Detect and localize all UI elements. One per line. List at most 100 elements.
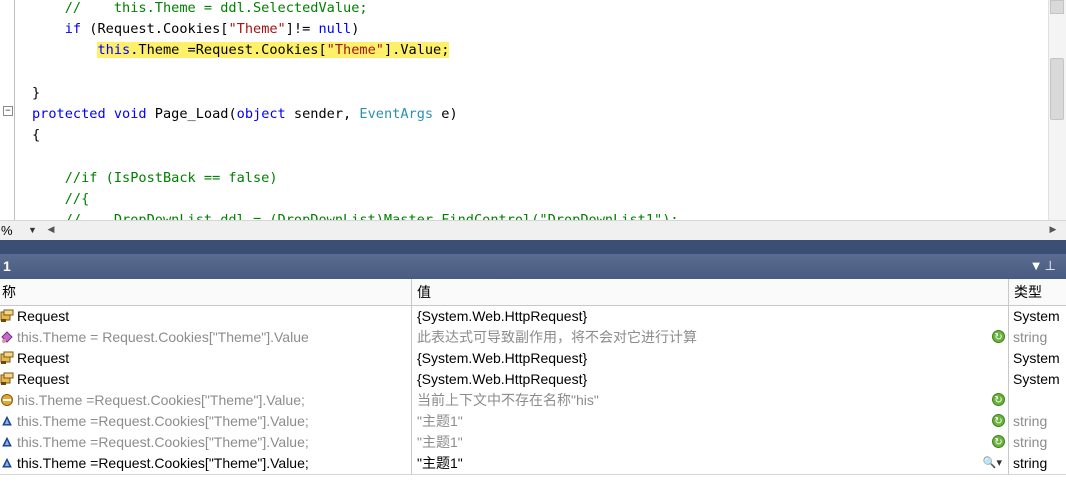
- table-row[interactable]: his.Theme =Request.Cookies["Theme"].Valu…: [0, 390, 1066, 412]
- watch-name-cell[interactable]: this.Theme =Request.Cookies["Theme"].Val…: [0, 411, 412, 432]
- refresh-icon[interactable]: ↻: [992, 330, 1005, 343]
- watch-value-cell[interactable]: "主题1" 🔍▾: [412, 453, 1009, 474]
- outline-gutter: [14, 0, 15, 220]
- watch-value-cell[interactable]: 此表达式可导致副作用，将不会对它进行计算 ↻: [412, 327, 1009, 348]
- zoom-level: %: [1, 223, 13, 238]
- code-type: EventArgs: [359, 106, 434, 122]
- property-icon: [0, 413, 14, 427]
- scroll-right-icon[interactable]: ▶: [1046, 221, 1060, 240]
- object-icon: [0, 308, 14, 322]
- table-row[interactable]: Request {System.Web.HttpRequest} System: [0, 306, 1066, 328]
- side-effect-icon: [0, 329, 14, 343]
- code-line: if (Request.Cookies["Theme"]!= null): [32, 19, 360, 39]
- error-icon: [0, 392, 14, 406]
- watch-value-cell[interactable]: "主题1" ↻: [412, 432, 1009, 453]
- watch-value-text: "主题1": [417, 413, 463, 429]
- editor-zoom-bar: % ▼ ◀ ▶: [0, 220, 1066, 241]
- watch-type-cell: string: [1013, 413, 1048, 429]
- object-icon: [0, 350, 14, 364]
- watch-type-cell: string: [1013, 329, 1048, 345]
- watch-name-text: this.Theme =Request.Cookies["Theme"].Val…: [17, 413, 309, 429]
- object-icon: [0, 371, 14, 385]
- code-line: protected void Page_Load(object sender, …: [32, 104, 458, 124]
- code-string: "Theme": [228, 21, 286, 38]
- watch-name-cell[interactable]: Request: [0, 369, 412, 390]
- pin-icon[interactable]: ⊥: [1045, 254, 1056, 279]
- refresh-icon[interactable]: ↻: [992, 435, 1005, 448]
- watch-type-cell: string: [1013, 455, 1048, 471]
- chevron-down-icon: ▼: [28, 225, 37, 235]
- watch-window-header: 1 ▼ ⊥: [0, 254, 1066, 279]
- watch-name-cell[interactable]: this.Theme = Request.Cookies["Theme"].Va…: [0, 327, 412, 348]
- watch-value-cell[interactable]: 当前上下文中不存在名称"his" ↻: [412, 390, 1009, 411]
- table-row[interactable]: this.Theme =Request.Cookies["Theme"].Val…: [0, 411, 1066, 433]
- code-comment: // DropDownList ddl = (DropDownList)Mast…: [64, 212, 679, 220]
- property-icon: [0, 434, 14, 448]
- code-comment: //{: [64, 190, 90, 207]
- watch-name-cell[interactable]: Request: [0, 348, 412, 369]
- code-editor[interactable]: − // this.Theme = ddl.SelectedValue; if …: [0, 0, 1066, 220]
- table-row[interactable]: Request {System.Web.HttpRequest} System: [0, 348, 1066, 370]
- watch-value-text: {System.Web.HttpRequest}: [417, 308, 588, 324]
- collapse-toggle-icon[interactable]: −: [3, 106, 13, 116]
- table-row[interactable]: this.Theme = Request.Cookies["Theme"].Va…: [0, 327, 1066, 349]
- zoom-dropdown[interactable]: % ▼: [0, 221, 40, 240]
- watch-name-text: his.Theme =Request.Cookies["Theme"].Valu…: [17, 392, 305, 408]
- code-token: Page_Load(: [146, 106, 237, 122]
- column-header-type[interactable]: 类型: [1009, 279, 1066, 305]
- visualizer-magnifier-icon[interactable]: 🔍▾: [983, 453, 1002, 474]
- watch-value-cell[interactable]: {System.Web.HttpRequest}: [412, 369, 1009, 390]
- code-token: .Theme =Request.Cookies[: [130, 42, 327, 59]
- watch-name-text: this.Theme = Request.Cookies["Theme"].Va…: [17, 329, 309, 345]
- panel-splitter[interactable]: [0, 240, 1066, 254]
- code-keyword: void: [113, 106, 147, 122]
- watch-name-cell[interactable]: his.Theme =Request.Cookies["Theme"].Valu…: [0, 390, 412, 411]
- code-token: {: [32, 127, 41, 144]
- code-keyword: null: [318, 21, 352, 38]
- refresh-icon[interactable]: ↻: [992, 393, 1005, 406]
- code-token: sender,: [285, 106, 360, 122]
- code-keyword: this: [97, 42, 131, 59]
- watch-type-cell: System: [1013, 371, 1060, 387]
- code-line: // DropDownList ddl = (DropDownList)Mast…: [32, 210, 679, 220]
- watch-name-cell[interactable]: this.Theme =Request.Cookies["Theme"].Val…: [0, 432, 412, 453]
- watch-type-cell: [1009, 390, 1066, 411]
- code-line: //{: [32, 189, 90, 209]
- column-header-value[interactable]: 值: [412, 279, 1009, 305]
- watch-name-text: Request: [17, 350, 70, 366]
- code-keyword: if: [64, 21, 82, 38]
- scrollbar-thumb[interactable]: [1050, 58, 1064, 120]
- watch-value-cell[interactable]: {System.Web.HttpRequest}: [412, 306, 1009, 327]
- refresh-icon[interactable]: ↻: [992, 414, 1005, 427]
- watch-grid-header: 称 值 类型: [0, 279, 1066, 306]
- code-line: }: [32, 83, 40, 103]
- column-header-name[interactable]: 称: [0, 279, 412, 305]
- watch-value-text: "主题1": [417, 455, 463, 471]
- editor-vertical-scrollbar[interactable]: [1048, 0, 1066, 220]
- watch-name-cell[interactable]: Request: [0, 306, 412, 327]
- table-row[interactable]: Request {System.Web.HttpRequest} System: [0, 369, 1066, 391]
- code-token: }: [32, 84, 41, 101]
- code-line: //if (IsPostBack == false): [32, 168, 278, 188]
- scroll-up-button[interactable]: [1050, 0, 1064, 14]
- window-menu-icon[interactable]: ▼: [1032, 254, 1040, 279]
- watch-value-text: {System.Web.HttpRequest}: [417, 371, 588, 387]
- watch-name-text: Request: [17, 308, 70, 324]
- code-keyword: protected: [32, 106, 106, 122]
- watch-type-cell: System: [1013, 308, 1060, 324]
- code-keyword: object: [236, 106, 286, 122]
- watch-value-cell[interactable]: "主题1" ↻: [412, 411, 1009, 432]
- code-comment: // this.Theme = ddl.SelectedValue;: [64, 0, 368, 16]
- watch-window-title: 1: [3, 258, 11, 274]
- table-row[interactable]: this.Theme =Request.Cookies["Theme"].Val…: [0, 453, 1066, 475]
- watch-value-cell[interactable]: {System.Web.HttpRequest}: [412, 348, 1009, 369]
- watch-name-text: Request: [17, 371, 70, 387]
- scroll-left-icon[interactable]: ◀: [44, 221, 58, 240]
- code-token: ].Value;: [383, 42, 450, 59]
- code-line: // this.Theme = ddl.SelectedValue;: [32, 0, 368, 18]
- table-row[interactable]: this.Theme =Request.Cookies["Theme"].Val…: [0, 432, 1066, 454]
- watch-type-cell: string: [1013, 434, 1048, 450]
- watch-name-cell[interactable]: this.Theme =Request.Cookies["Theme"].Val…: [0, 453, 412, 474]
- code-token: ]!=: [285, 21, 319, 38]
